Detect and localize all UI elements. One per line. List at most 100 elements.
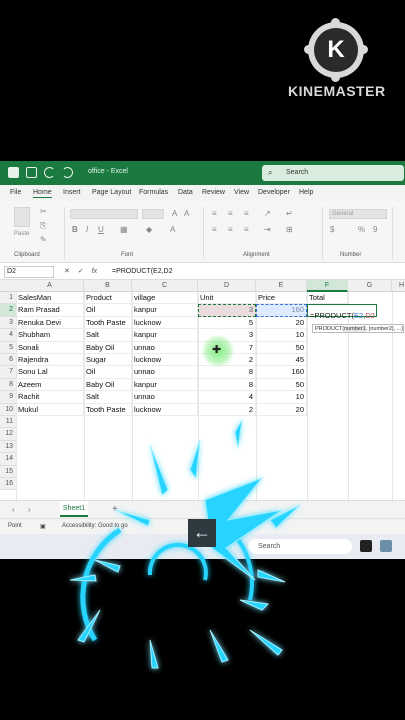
cell-e9[interactable]: 10 [256,391,307,404]
cell-a4[interactable]: Shubham [16,329,84,342]
cell-a9[interactable]: Rachit [16,391,84,404]
underline-icon[interactable]: U [98,225,104,234]
taskbar-search[interactable]: Search [248,539,352,554]
comma-style-icon[interactable]: 9 [373,225,377,234]
cell-b7[interactable]: Oil [84,366,132,379]
row-header-10[interactable]: 10 [0,403,16,416]
cell-e7[interactable]: 160 [256,366,307,379]
cancel-icon[interactable]: ✕ [64,268,70,275]
column-header-c[interactable]: C [132,280,198,292]
column-header-b[interactable]: B [84,280,132,292]
wrap-text-icon[interactable]: ↵ [286,209,293,218]
cell-b1[interactable]: Product [84,292,132,305]
row-header-12[interactable]: 12 [0,428,16,441]
column-header-d[interactable]: D [198,280,256,292]
cut-icon[interactable]: ✂ [40,207,47,216]
cell-b2[interactable]: Oil [84,304,132,317]
column-header-g[interactable]: G [348,280,392,292]
percent-icon[interactable]: % [358,225,365,234]
fill-color-icon[interactable]: ◆ [146,225,152,234]
cell-c6[interactable]: lucknow [132,354,198,367]
cell-a8[interactable]: Azeem [16,378,84,392]
cell-a6[interactable]: Rajendra [16,354,84,367]
grow-font-icon[interactable]: A [172,209,177,218]
italic-icon[interactable]: I [86,225,88,234]
task-view-icon[interactable] [360,540,372,552]
row-header-2[interactable]: 2 [0,304,16,317]
merge-icon[interactable]: ⊞ [286,225,293,234]
font-size-dropdown[interactable] [142,209,164,219]
insert-function-icon[interactable]: fx [92,268,97,275]
cell-c10[interactable]: lucknow [132,403,198,416]
cell-b6[interactable]: Sugar [84,354,132,367]
cell-d8[interactable]: 8 [198,378,256,392]
tab-review[interactable]: Review [202,189,225,196]
cell-c4[interactable]: kanpur [132,329,198,342]
cell-b3[interactable]: Tooth Paste [84,316,132,330]
cell-c5[interactable]: unnao [132,341,198,354]
row-header-15[interactable]: 15 [0,465,16,478]
row-header-6[interactable]: 6 [0,354,16,367]
row-header-1[interactable]: 1 [0,292,16,305]
tab-home[interactable]: Home [33,189,52,198]
cell-d7[interactable]: 8 [198,366,256,379]
font-name-dropdown[interactable] [70,209,138,219]
orientation-icon[interactable]: ↗ [264,209,271,218]
row-header-16[interactable]: 16 [0,478,16,491]
cell-e4[interactable]: 10 [256,329,307,342]
undo-icon[interactable] [44,167,55,178]
align-center-icon[interactable]: ≡ [228,225,233,234]
row-header-4[interactable]: 4 [0,329,16,342]
cell-d10[interactable]: 2 [198,403,256,416]
font-color-icon[interactable]: A [170,225,175,234]
tab-insert[interactable]: Insert [63,189,81,196]
save-icon[interactable] [26,167,37,178]
cell-d1[interactable]: Unit [198,292,256,305]
cell-a10[interactable]: Mukul [16,403,84,416]
formula-input[interactable]: =PRODUCT(E2,D2 [112,268,172,275]
cell-e5[interactable]: 50 [256,341,307,354]
align-bottom-icon[interactable]: ≡ [244,209,249,218]
cell-a1[interactable]: SalesMan [16,292,84,305]
row-header-9[interactable]: 9 [0,391,16,404]
cell-c2[interactable]: kanpur [132,304,198,317]
tab-formulas[interactable]: Formulas [139,189,168,196]
tab-page-layout[interactable]: Page Layout [92,189,131,196]
sheet-tab-sheet1[interactable]: Sheet1 [60,501,88,517]
add-sheet-icon[interactable]: + [112,504,118,515]
row-header-3[interactable]: 3 [0,316,16,330]
paste-icon[interactable] [14,207,30,227]
cell-a2[interactable]: Ram Prasad [16,304,84,317]
enter-icon[interactable]: ✓ [78,268,84,275]
borders-icon[interactable]: ▦ [120,225,128,234]
tab-view[interactable]: View [234,189,249,196]
cell-b4[interactable]: Salt [84,329,132,342]
cell-c1[interactable]: village [132,292,198,305]
cell-a3[interactable]: Renuka Devi [16,316,84,330]
bold-icon[interactable]: B [72,225,78,234]
taskbar-app-icon[interactable] [380,540,392,552]
cell-f1[interactable]: Total [307,292,348,305]
format-painter-icon[interactable]: ✎ [40,235,47,244]
row-header-13[interactable]: 13 [0,440,16,454]
indent-icon[interactable]: ⇥ [264,225,271,234]
shrink-font-icon[interactable]: A [184,209,189,218]
row-header-7[interactable]: 7 [0,366,16,379]
cell-e6[interactable]: 45 [256,354,307,367]
cell-c8[interactable]: kanpur [132,378,198,392]
cell-b8[interactable]: Baby Oil [84,378,132,392]
redo-icon[interactable] [62,167,73,178]
align-left-icon[interactable]: ≡ [212,225,217,234]
copy-icon[interactable]: ⎘ [40,221,46,231]
prev-sheet-icon[interactable]: ‹ [12,505,15,514]
cell-a5[interactable]: Sonali [16,341,84,354]
row-header-5[interactable]: 5 [0,341,16,354]
tab-help[interactable]: Help [299,189,313,196]
cell-c3[interactable]: lucknow [132,316,198,330]
worksheet-grid[interactable]: ABCDEFGH 1 2 3 4 5 6 7 8 9 10 11 12 13 14 15 16 SalesMa… [0,280,405,500]
cell-c9[interactable]: unnao [132,391,198,404]
align-middle-icon[interactable]: ≡ [228,209,233,218]
tab-developer[interactable]: Developer [258,189,290,196]
cell-c7[interactable]: unnao [132,366,198,379]
cell-e3[interactable]: 20 [256,316,307,330]
